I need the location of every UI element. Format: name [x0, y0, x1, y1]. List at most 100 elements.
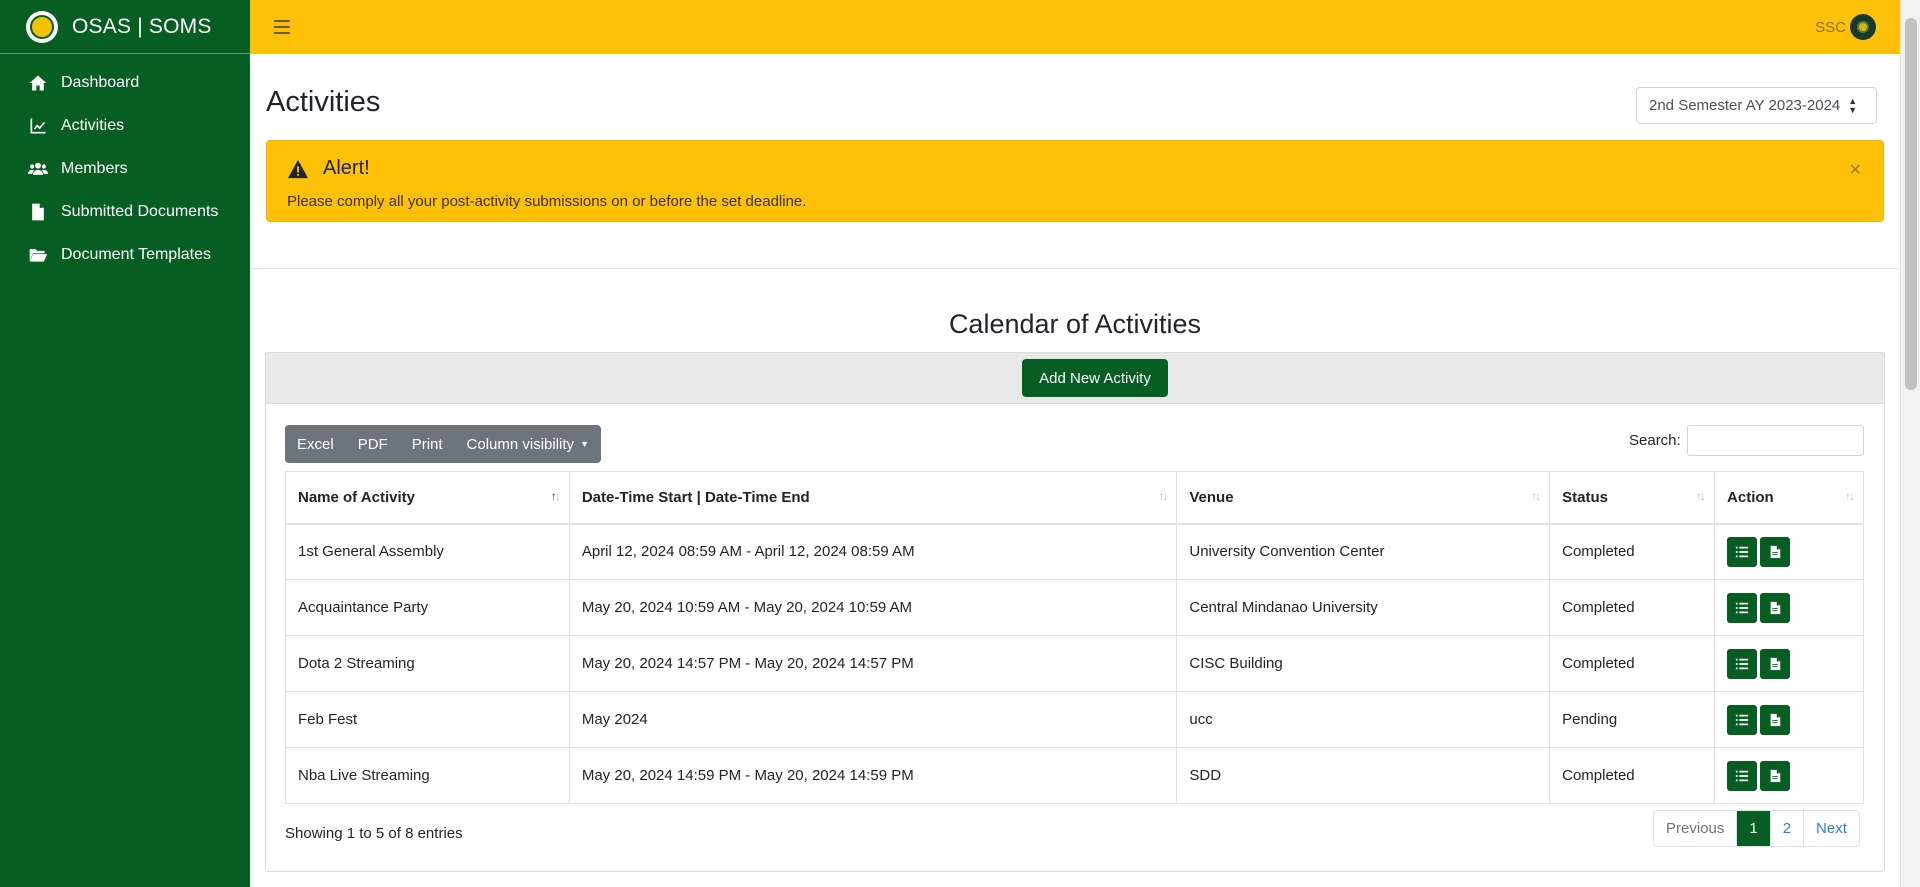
chevron-down-icon: ▼ [580, 439, 589, 449]
topbar: SSC [250, 0, 1900, 54]
search-label: Search: [1629, 432, 1681, 449]
table-row: Feb Fest May 2024 ucc Pending [285, 691, 1864, 748]
sidebar-item-label: Submitted Documents [61, 202, 219, 220]
view-details-button[interactable] [1727, 704, 1758, 735]
documents-button[interactable] [1760, 760, 1791, 791]
cell-datetime: May 20, 2024 14:59 PM - May 20, 2024 14:… [568, 747, 1178, 804]
search-input[interactable] [1687, 425, 1864, 456]
sidebar-item-label: Document Templates [61, 245, 211, 263]
semester-select-value: 2nd Semester AY 2023-2024 [1649, 97, 1841, 114]
file-icon [1770, 769, 1781, 782]
alert-banner: Alert! Please comply all your post-activ… [266, 140, 1884, 222]
sidebar-item-dashboard[interactable]: Dashboard [0, 61, 250, 104]
sidebar-item-members[interactable]: Members [0, 147, 250, 190]
column-visibility-label: Column visibility [466, 435, 575, 453]
file-icon [1770, 657, 1781, 670]
semester-select[interactable]: 2nd Semester AY 2023-2024 ▲ ▼ [1636, 87, 1877, 124]
documents-button[interactable] [1760, 536, 1791, 567]
cell-status: Pending [1549, 691, 1716, 748]
cell-name: Dota 2 Streaming [285, 635, 570, 692]
table-row: Dota 2 Streaming May 20, 2024 14:57 PM -… [285, 635, 1864, 692]
cell-datetime: May 2024 [568, 691, 1178, 748]
avatar [1850, 14, 1876, 40]
cell-datetime: May 20, 2024 14:57 PM - May 20, 2024 14:… [568, 635, 1178, 692]
table-info: Showing 1 to 5 of 8 entries [285, 825, 463, 842]
table-header-row: Name of Activity ↑↓ Date-Time Start | Dat… [285, 471, 1864, 525]
cell-status: Completed [1549, 523, 1716, 580]
cell-datetime: May 20, 2024 10:59 AM - May 20, 2024 10:… [568, 579, 1178, 636]
brand-title: OSAS | SOMS [72, 14, 212, 38]
alert-title: Alert! [323, 157, 370, 179]
cell-action [1714, 747, 1864, 804]
add-new-activity-button[interactable]: Add New Activity [1022, 359, 1168, 397]
cell-action [1714, 523, 1864, 580]
list-icon [1735, 658, 1749, 669]
sidebar-item-document-templates[interactable]: Document Templates [0, 233, 250, 276]
sort-icon: ↑↓ [550, 489, 561, 503]
excel-button[interactable]: Excel [285, 425, 346, 463]
cell-name: Acquaintance Party [285, 579, 570, 636]
list-icon [1735, 714, 1749, 725]
view-details-button[interactable] [1727, 592, 1758, 623]
main-content: Activities 2nd Semester AY 2023-2024 ▲ ▼ … [250, 54, 1900, 887]
pdf-button[interactable]: PDF [346, 425, 400, 463]
documents-button[interactable] [1760, 592, 1791, 623]
sidebar-item-label: Activities [61, 116, 125, 134]
table-row: 1st General Assembly April 12, 2024 08:5… [285, 523, 1864, 580]
table-row: Acquaintance Party May 20, 2024 10:59 AM… [285, 579, 1864, 636]
scrollbar-thumb[interactable] [1905, 18, 1917, 390]
view-details-button[interactable] [1727, 536, 1758, 567]
calendar-title: Calendar of Activities [948, 309, 1202, 339]
pagination: Previous 1 2 Next [1653, 810, 1860, 847]
user-name: SSC [1815, 18, 1846, 36]
hamburger-menu-icon[interactable] [274, 20, 290, 34]
cell-venue: SDD [1176, 747, 1551, 804]
file-icon [1770, 713, 1781, 726]
column-header-name[interactable]: Name of Activity ↑↓ [285, 471, 570, 525]
sidebar-item-activities[interactable]: Activities [0, 104, 250, 147]
column-header-venue[interactable]: Venue ↑↓ [1176, 471, 1551, 525]
page-1-button[interactable]: 1 [1736, 811, 1770, 846]
user-menu[interactable]: SSC [1815, 14, 1876, 40]
cell-venue: University Convention Center [1176, 523, 1551, 580]
sidebar-item-label: Dashboard [61, 73, 140, 91]
export-button-group: Excel PDF Print Column visibility ▼ [285, 425, 601, 463]
sidebar: OSAS | SOMS Dashboard Activities Members… [0, 0, 250, 887]
sort-icon: ↑↓ [1845, 489, 1855, 503]
documents-button[interactable] [1760, 648, 1791, 679]
sidebar-item-submitted-documents[interactable]: Submitted Documents [0, 190, 250, 233]
file-icon [1770, 545, 1781, 558]
documents-button[interactable] [1760, 704, 1791, 735]
sort-icon: ↑↓ [1696, 489, 1706, 503]
brand[interactable]: OSAS | SOMS [0, 0, 250, 54]
cell-action [1714, 691, 1864, 748]
scrollbar[interactable] [1900, 0, 1920, 887]
print-button[interactable]: Print [400, 425, 455, 463]
brand-logo [26, 10, 58, 43]
view-details-button[interactable] [1727, 760, 1758, 791]
previous-page-button[interactable]: Previous [1654, 811, 1737, 846]
list-icon [1735, 770, 1749, 781]
sidebar-item-label: Members [61, 159, 128, 177]
page-title: Activities [266, 86, 381, 118]
cell-venue: CISC Building [1176, 635, 1551, 692]
file-icon [1770, 601, 1781, 614]
list-icon [1735, 546, 1749, 557]
close-icon[interactable]: × [1849, 159, 1861, 182]
sort-icon: ↑↓ [1158, 489, 1168, 503]
next-page-button[interactable]: Next [1803, 811, 1859, 846]
column-header-datetime[interactable]: Date-Time Start | Date-Time End ↑↓ [568, 471, 1178, 525]
warning-icon [288, 159, 308, 179]
cell-datetime: April 12, 2024 08:59 AM - April 12, 2024… [568, 523, 1178, 580]
cell-name: Nba Live Streaming [285, 747, 570, 804]
cell-status: Completed [1549, 747, 1716, 804]
view-details-button[interactable] [1727, 648, 1758, 679]
users-icon [27, 158, 49, 180]
page-2-button[interactable]: 2 [1769, 811, 1804, 846]
column-header-status[interactable]: Status ↑↓ [1549, 471, 1716, 525]
cell-action [1714, 579, 1864, 636]
divider [250, 268, 1900, 269]
column-header-action[interactable]: Action ↑↓ [1714, 471, 1864, 525]
column-visibility-button[interactable]: Column visibility ▼ [455, 425, 601, 463]
sidebar-nav: Dashboard Activities Members Submitted D… [0, 54, 250, 276]
